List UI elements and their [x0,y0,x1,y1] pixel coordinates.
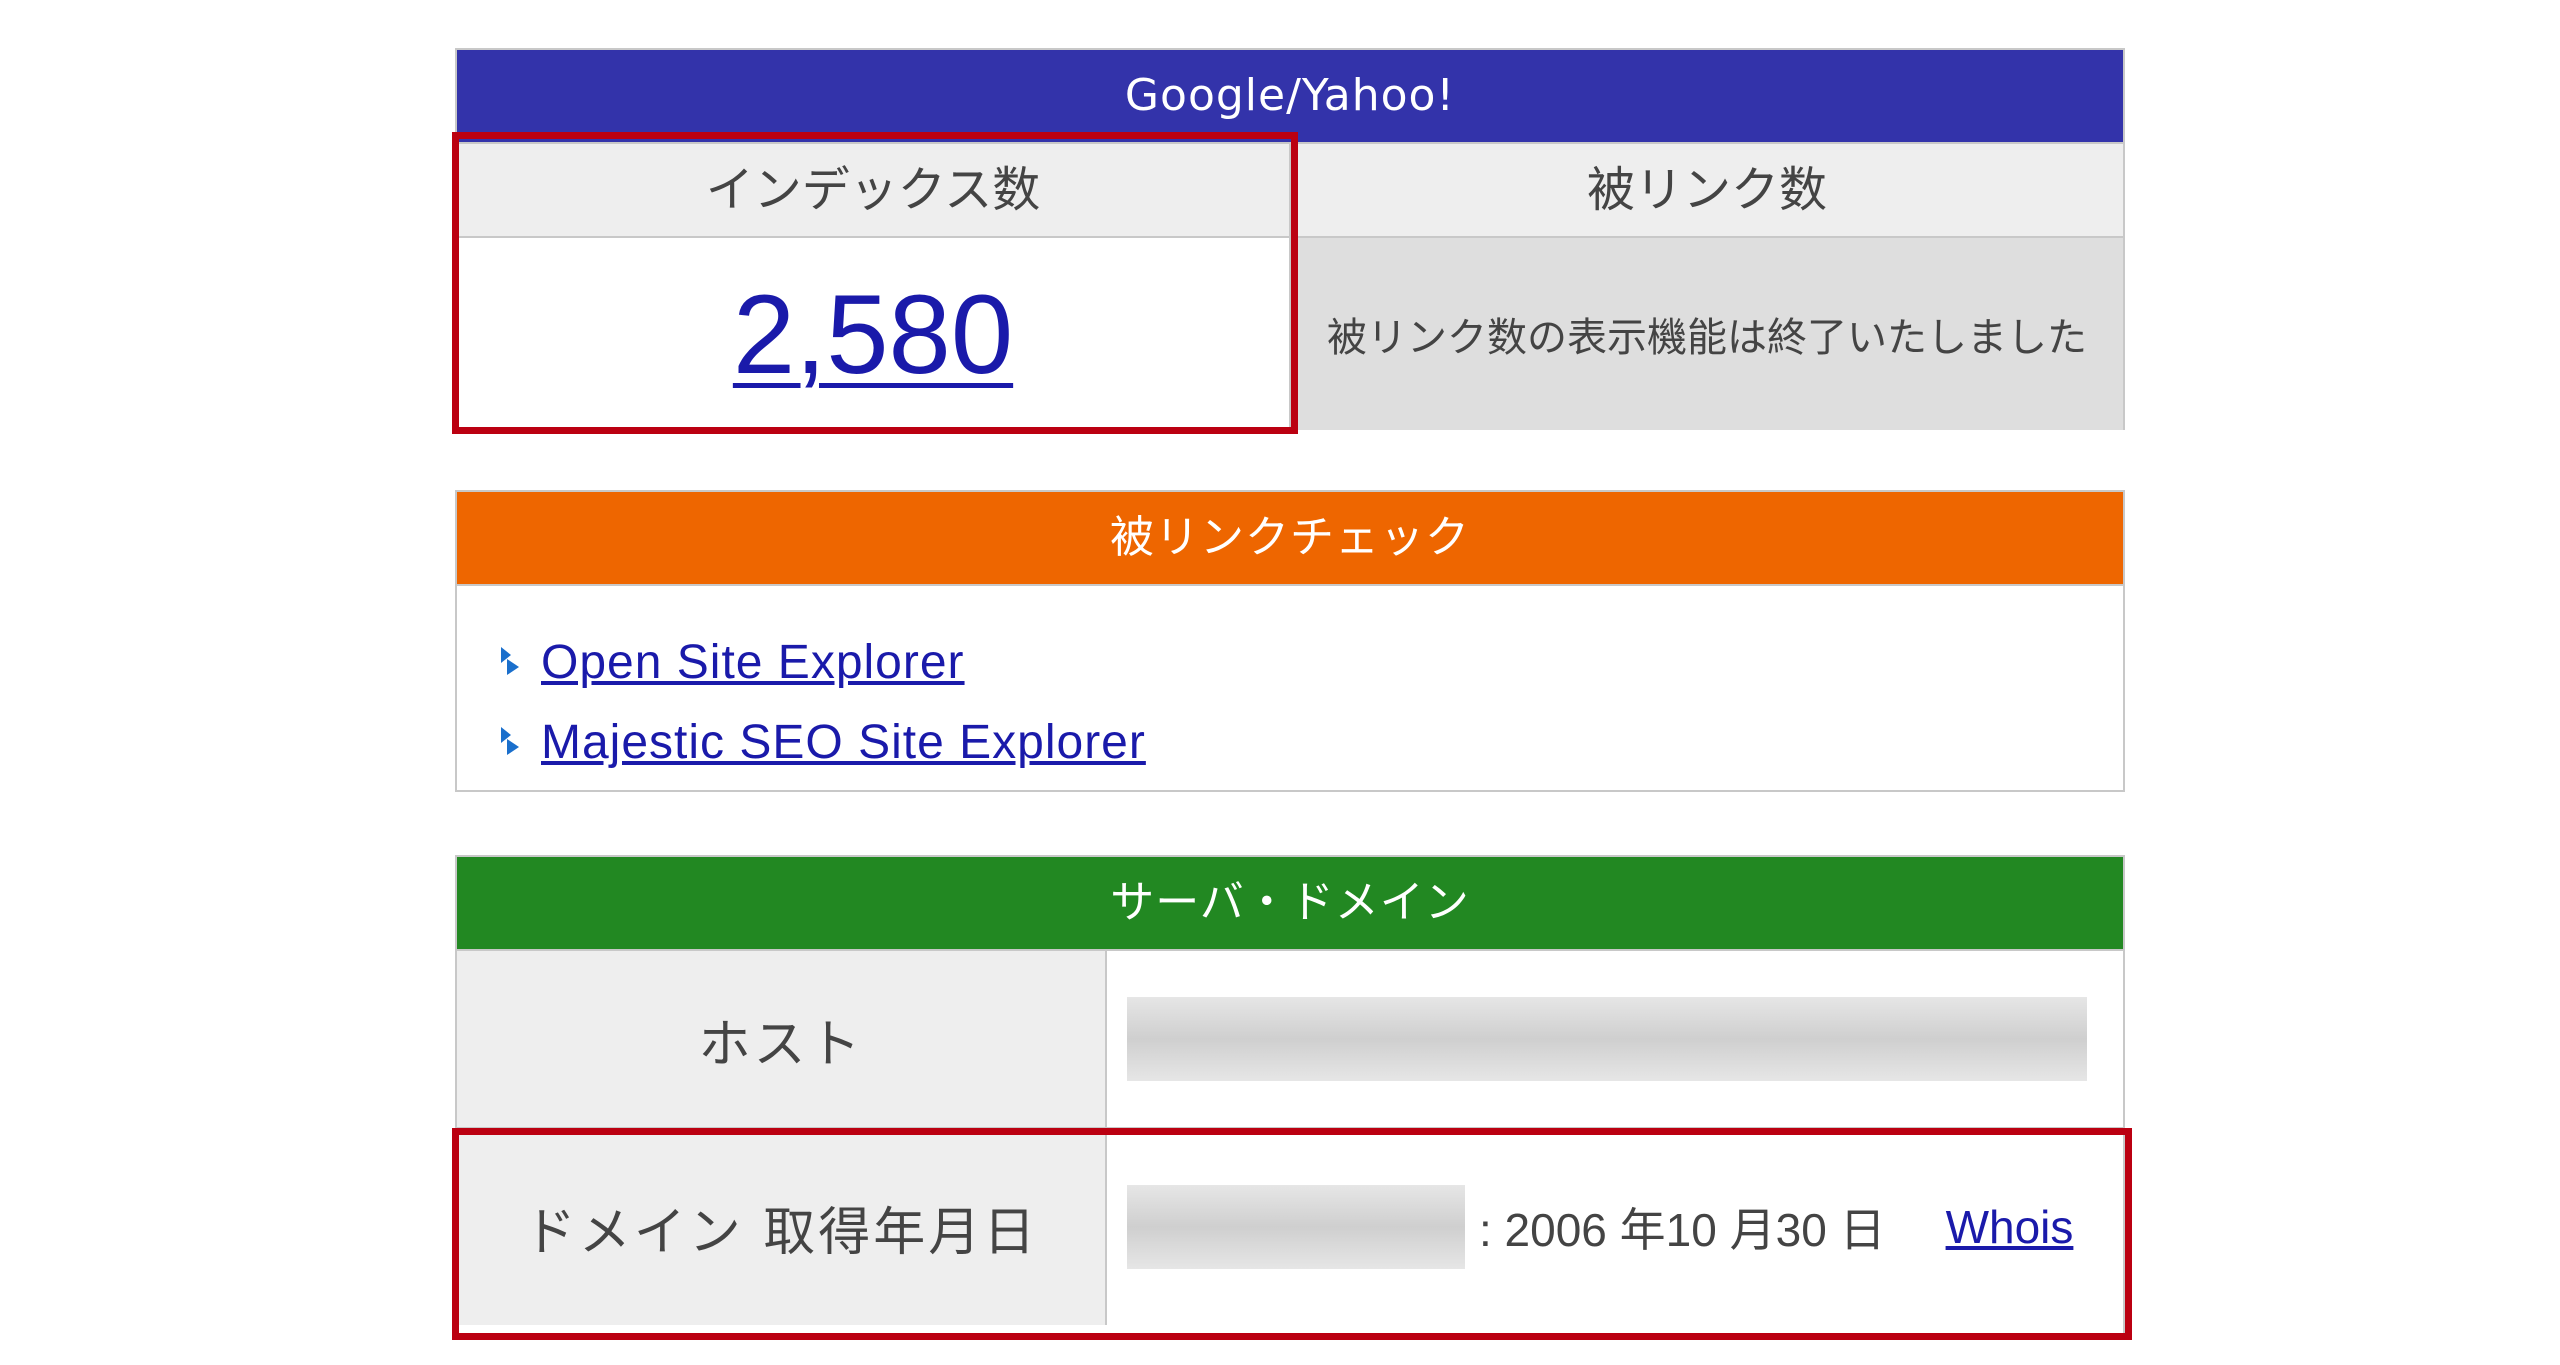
whois-link[interactable]: Whois [1946,1200,2074,1254]
backlink-link-list: Open Site Explorer Majestic SEO Site Exp… [457,584,2123,782]
server-domain-header: サーバ・ドメイン [457,857,2123,949]
list-item: Open Site Explorer [497,622,2123,702]
index-count-label: インデックス数 [457,144,1289,236]
backlink-check-header: 被リンクチェック [457,492,2123,584]
chevron-bullet-icon [497,645,523,679]
google-yahoo-header: Google/Yahoo! [457,50,2123,142]
domain-date-label: ドメイン 取得年月日 [457,1129,1107,1325]
list-item: Majestic SEO Site Explorer [497,702,2123,782]
host-row: ホスト [457,949,2123,1127]
domain-date-value: : 2006 年10 月30 日 Whois [1107,1129,2123,1325]
google-value-row: 2,580 被リンク数の表示機能は終了いたしました [457,236,2123,430]
server-domain-panel: サーバ・ドメイン ホスト ドメイン 取得年月日 : 2006 年10 月30 日… [455,855,2125,1335]
index-count-link[interactable]: 2,580 [733,270,1013,399]
host-label: ホスト [457,951,1107,1127]
google-yahoo-panel: Google/Yahoo! インデックス数 被リンク数 2,580 被リンク数の… [455,48,2125,430]
domain-date-row: ドメイン 取得年月日 : 2006 年10 月30 日 Whois [457,1127,2123,1325]
backlink-message: 被リンク数の表示機能は終了いたしました [1289,238,2123,430]
majestic-seo-link[interactable]: Majestic SEO Site Explorer [541,715,1146,770]
backlink-count-label: 被リンク数 [1289,144,2123,236]
redacted-domain [1127,1185,1465,1269]
google-label-row: インデックス数 被リンク数 [457,142,2123,236]
open-site-explorer-link[interactable]: Open Site Explorer [541,635,965,690]
index-count-cell: 2,580 [457,238,1289,430]
domain-registration-date: : 2006 年10 月30 日 [1479,1204,1886,1256]
backlink-check-panel: 被リンクチェック Open Site Explorer Majestic SEO… [455,490,2125,792]
chevron-bullet-icon [497,725,523,759]
host-value [1107,951,2123,1127]
redacted-host [1127,997,2087,1081]
